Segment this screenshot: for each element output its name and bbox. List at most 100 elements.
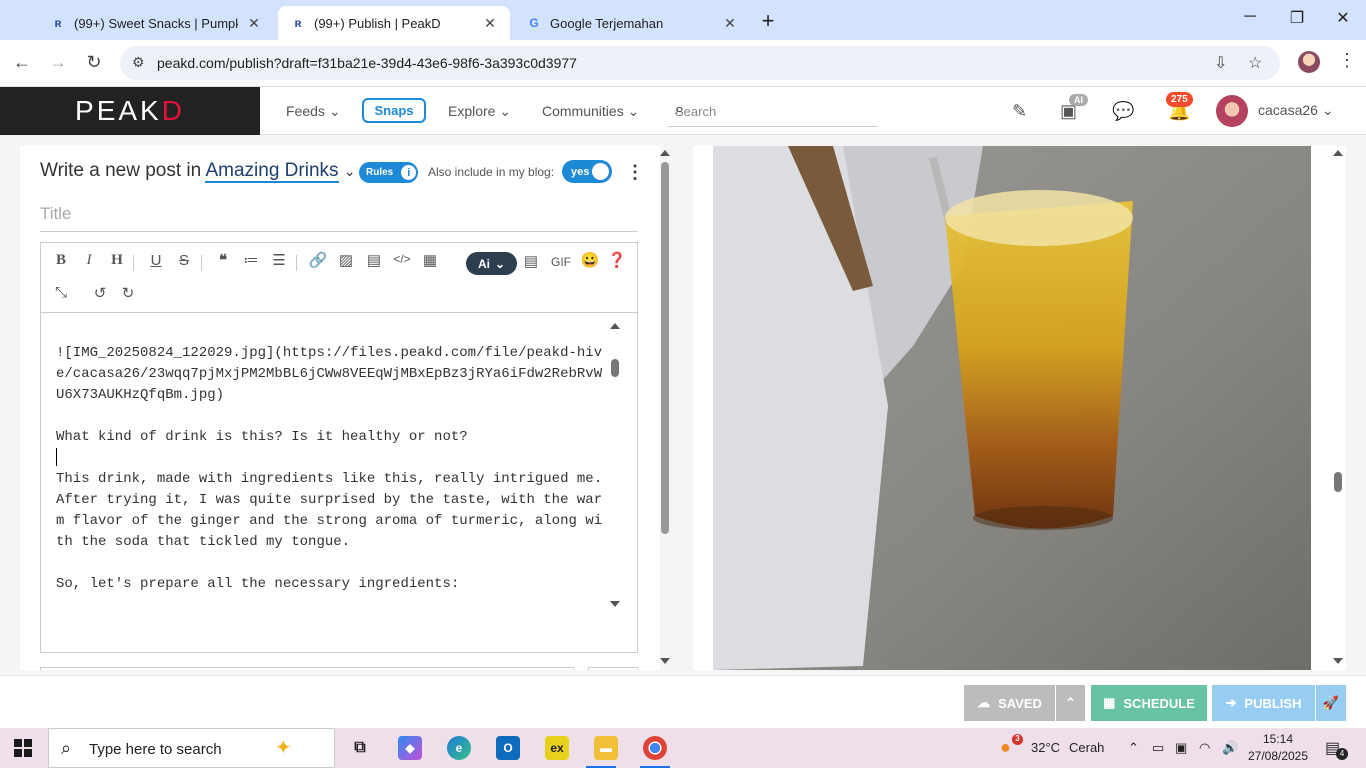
close-tab-icon[interactable]: ✕ bbox=[246, 15, 262, 32]
scroll-thumb[interactable] bbox=[1334, 472, 1342, 492]
rules-button[interactable]: Rules i bbox=[359, 162, 418, 183]
table-icon[interactable]: ▦ bbox=[420, 251, 440, 269]
user-avatar[interactable] bbox=[1216, 95, 1248, 127]
emoji-icon[interactable]: 😀 bbox=[580, 251, 600, 269]
preview-scrollbar[interactable] bbox=[1330, 146, 1346, 670]
underline-icon[interactable]: U bbox=[146, 252, 166, 269]
exness-app-icon[interactable]: ex bbox=[545, 736, 569, 760]
nav-explore[interactable]: Explore ⌄ bbox=[448, 103, 511, 120]
strikethrough-icon[interactable]: S bbox=[174, 252, 194, 269]
scroll-thumb[interactable] bbox=[611, 359, 619, 377]
saved-button[interactable]: ☁ SAVED bbox=[964, 685, 1055, 721]
new-tab-button[interactable]: + bbox=[758, 8, 778, 34]
code-icon[interactable]: </> bbox=[392, 252, 412, 266]
url-text[interactable]: peakd.com/publish?draft=f31ba21e-39d4-43… bbox=[157, 55, 577, 71]
scroll-down-arrow[interactable] bbox=[610, 601, 620, 607]
more-options-icon[interactable]: ⋮ bbox=[626, 162, 644, 183]
schedule-button[interactable]: ▦ SCHEDULE bbox=[1091, 685, 1207, 721]
tab-title: (99+) Publish | PeakD bbox=[314, 15, 441, 31]
video-icon[interactable]: ▤ bbox=[364, 251, 384, 269]
taskbar-search-input[interactable]: Type here to search bbox=[89, 741, 222, 758]
image-icon[interactable]: ▨ bbox=[336, 251, 356, 269]
task-view-icon[interactable]: ⧉ bbox=[348, 736, 372, 760]
bold-icon[interactable]: B bbox=[51, 252, 71, 269]
omnibox[interactable]: ⚙ peakd.com/publish?draft=f31ba21e-39d4-… bbox=[120, 46, 1280, 80]
forward-icon[interactable]: → bbox=[48, 52, 68, 73]
heading-icon[interactable]: H bbox=[107, 252, 127, 269]
site-settings-icon[interactable]: ⚙ bbox=[132, 54, 145, 71]
meet-icon[interactable]: ▣ bbox=[1175, 740, 1187, 756]
restore-icon[interactable]: ❐ bbox=[1287, 8, 1307, 28]
scroll-up-arrow[interactable] bbox=[1333, 150, 1343, 156]
tags-button[interactable] bbox=[588, 667, 638, 670]
scroll-down-arrow[interactable] bbox=[1333, 658, 1343, 664]
minimize-icon[interactable]: ─ bbox=[1240, 8, 1260, 26]
chrome-icon[interactable] bbox=[643, 736, 667, 760]
scroll-up-arrow[interactable] bbox=[610, 323, 620, 329]
scroll-up-arrow[interactable] bbox=[660, 150, 670, 156]
chevron-down-icon[interactable]: ⌄ bbox=[344, 163, 356, 179]
close-window-icon[interactable]: ✕ bbox=[1333, 8, 1353, 28]
nav-snaps[interactable]: Snaps bbox=[362, 98, 426, 123]
install-app-icon[interactable]: ⇩ bbox=[1214, 53, 1227, 73]
collapse-icon[interactable]: ⤡ bbox=[51, 284, 71, 301]
schedule-label: SCHEDULE bbox=[1123, 695, 1195, 711]
chrome-menu-icon[interactable]: ⋮ bbox=[1338, 50, 1356, 71]
italic-icon[interactable]: I bbox=[79, 252, 99, 269]
ordered-list-icon[interactable]: ≔ bbox=[241, 251, 261, 269]
save-options-button[interactable]: ⌃ bbox=[1056, 685, 1085, 721]
profile-avatar[interactable] bbox=[1298, 51, 1320, 73]
weather-desc[interactable]: Cerah bbox=[1069, 740, 1104, 755]
nav-communities[interactable]: Communities ⌄ bbox=[542, 103, 639, 120]
weather-temp[interactable]: 32°C bbox=[1031, 740, 1060, 755]
chevron-up-icon[interactable]: ⌃ bbox=[1128, 740, 1139, 756]
file-explorer-icon[interactable]: ▬ bbox=[594, 736, 618, 760]
undo-icon[interactable]: ↺ bbox=[90, 284, 110, 302]
editor-textarea[interactable]: ![IMG_20250824_122029.jpg](https://files… bbox=[56, 343, 606, 595]
edge-icon[interactable]: e bbox=[447, 736, 471, 760]
gif-button[interactable]: GIF bbox=[549, 255, 573, 269]
wifi-icon[interactable]: ◠ bbox=[1199, 740, 1210, 756]
blog-toggle[interactable]: yes bbox=[562, 160, 612, 183]
editor-scrollbar[interactable] bbox=[607, 313, 623, 610]
site-search[interactable]: Search ⌕ bbox=[668, 95, 878, 127]
redo-icon[interactable]: ↻ bbox=[118, 284, 138, 302]
weather-sun-icon[interactable]: ● bbox=[1000, 737, 1011, 758]
close-tab-icon[interactable]: ✕ bbox=[482, 15, 498, 32]
battery-icon[interactable]: ▭ bbox=[1152, 740, 1164, 756]
search-icon[interactable]: ⌕ bbox=[675, 101, 874, 119]
scroll-down-arrow[interactable] bbox=[660, 658, 670, 664]
back-icon[interactable]: ← bbox=[12, 52, 32, 73]
unordered-list-icon[interactable]: ☰ bbox=[269, 251, 289, 269]
nav-feeds[interactable]: Feeds ⌄ bbox=[286, 103, 341, 120]
reload-icon[interactable]: ↻ bbox=[84, 52, 104, 73]
tab-publish[interactable]: ʀ (99+) Publish | PeakD ✕ bbox=[278, 6, 510, 40]
link-icon[interactable]: 🔗 bbox=[308, 251, 328, 269]
publish-button[interactable]: ➔ PUBLISH bbox=[1212, 685, 1315, 721]
help-icon[interactable]: ❓ bbox=[607, 251, 627, 269]
community-selector[interactable]: Amazing Drinks bbox=[205, 160, 339, 183]
scroll-thumb[interactable] bbox=[661, 162, 669, 534]
quote-icon[interactable]: ❝ bbox=[213, 251, 233, 269]
tags-field[interactable] bbox=[40, 667, 574, 670]
tab-google-translate[interactable]: G Google Terjemahan ✕ bbox=[514, 6, 750, 40]
title-input[interactable]: Title bbox=[40, 202, 638, 232]
tab-sweet-snacks[interactable]: ʀ (99+) Sweet Snacks | Pumpkin B ✕ bbox=[38, 6, 274, 40]
left-pane-scrollbar[interactable] bbox=[657, 146, 673, 670]
edit-pencil-icon[interactable]: ✎ bbox=[1012, 101, 1027, 122]
clock-date[interactable]: 27/08/2025 bbox=[1246, 749, 1310, 763]
quick-publish-button[interactable]: 🚀 bbox=[1316, 685, 1346, 721]
user-menu[interactable]: cacasa26 ⌄ bbox=[1258, 102, 1334, 119]
volume-icon[interactable]: 🔊 bbox=[1222, 740, 1238, 756]
ai-assistant-button[interactable]: Ai ⌄ bbox=[466, 252, 517, 275]
peakd-logo[interactable]: PEAKD bbox=[0, 87, 260, 135]
bookmark-star-icon[interactable]: ☆ bbox=[1248, 53, 1262, 73]
chat-icon[interactable]: 💬 bbox=[1112, 101, 1134, 122]
outlook-icon[interactable]: O bbox=[496, 736, 520, 760]
close-tab-icon[interactable]: ✕ bbox=[722, 15, 738, 32]
copilot-icon[interactable]: ◆ bbox=[398, 736, 422, 760]
template-icon[interactable]: ▤ bbox=[521, 252, 541, 270]
clock-time[interactable]: 15:14 bbox=[1250, 732, 1306, 746]
taskbar-search[interactable]: ⌕ Type here to search ✦ bbox=[48, 728, 335, 768]
windows-start-icon[interactable] bbox=[14, 739, 32, 757]
